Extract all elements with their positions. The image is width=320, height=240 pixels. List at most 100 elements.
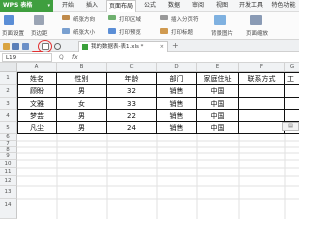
table-cell[interactable]: 男 [57,122,107,134]
orientation-button[interactable]: 纸张方向 [73,15,95,23]
table-cell[interactable]: 文雅 [17,98,57,110]
row-header-10[interactable]: 10 [0,160,17,168]
table-cell[interactable] [285,110,299,122]
tab-view[interactable]: 视图 [212,0,232,12]
column-header-a[interactable]: A [17,63,57,72]
save-icon[interactable] [12,43,19,50]
header-cell-contact[interactable]: 联系方式 [239,72,285,85]
column-header-f[interactable]: F [239,63,285,72]
table-cell[interactable]: 梦芸 [17,110,57,122]
open-folder-icon[interactable] [3,43,10,50]
row-header-11[interactable]: 11 [0,168,17,176]
column-header-g[interactable]: G [285,63,299,72]
margins-icon[interactable] [34,15,44,25]
table-cell[interactable]: 销售 [157,110,197,122]
paste-options-button[interactable]: ▤ [282,122,299,131]
tab-special[interactable]: 特色功能 [268,0,299,12]
document-tab[interactable]: 我的数据表-表1.xls * × [78,41,168,52]
background-image-icon[interactable] [214,15,226,25]
margins-button[interactable]: 页边距 [31,29,48,37]
table-cell[interactable]: 33 [107,98,157,110]
header-cell-age[interactable]: 年龄 [107,72,157,85]
app-menu-button[interactable]: WPS 表格 ▾ [0,0,53,12]
print-area-icon[interactable] [108,15,116,20]
table-cell[interactable]: 32 [107,85,157,98]
page-setup-button[interactable]: 页面设置 [2,29,24,37]
table-cell[interactable]: 销售 [157,85,197,98]
print-titles-button[interactable]: 打印标题 [171,28,193,36]
table-cell[interactable]: 女 [57,98,107,110]
row-header-2[interactable]: 2 [0,85,17,98]
close-icon[interactable]: × [160,42,164,52]
table-cell[interactable] [239,122,285,134]
row-header-6[interactable]: 6 [0,134,17,141]
header-cell-g[interactable]: 工 [285,72,299,85]
paper-size-button[interactable]: 纸张大小 [73,28,95,36]
undo-icon[interactable] [54,43,61,50]
column-header-c[interactable]: C [107,63,157,72]
table-cell[interactable]: 中国 [197,122,239,134]
column-header-d[interactable]: D [157,63,197,72]
table-cell[interactable] [239,98,285,110]
row-header-14[interactable]: 14 [0,199,17,219]
page-break-icon[interactable] [160,15,168,20]
row-header-9[interactable]: 9 [0,153,17,160]
tab-review[interactable]: 审阅 [188,0,208,12]
row-header-13[interactable]: 13 [0,186,17,199]
print-preview-button[interactable]: 打印预览 [119,28,141,36]
table-cell[interactable] [285,98,299,110]
tab-data[interactable]: 数据 [164,0,184,12]
print-icon[interactable] [22,43,29,50]
page-break-button[interactable]: 插入分页符 [171,15,199,23]
tab-formula[interactable]: 公式 [140,0,160,12]
fx-button[interactable]: fx [72,52,78,63]
table-cell[interactable]: 中国 [197,85,239,98]
column-header-b[interactable]: B [57,63,107,72]
table-cell[interactable]: 凡尘 [17,122,57,134]
table-cell[interactable]: 男 [57,85,107,98]
document-tab-label: 我的数据表-表1.xls * [91,44,144,50]
tab-developer[interactable]: 开发工具 [236,0,266,12]
column-header-e[interactable]: E [197,63,239,72]
formula-bar: L19 Q fx [0,52,299,63]
app-logo-label: WPS 表格 [3,2,33,9]
table-cell[interactable]: 男 [57,110,107,122]
table-cell[interactable]: 中国 [197,98,239,110]
row-header-5[interactable]: 5 [0,122,17,134]
spreadsheet-file-icon [82,44,88,50]
row-header-3[interactable]: 3 [0,98,17,110]
header-cell-address[interactable]: 家庭住址 [197,72,239,85]
print-titles-icon[interactable] [160,28,168,34]
page-setup-icon[interactable] [4,15,14,25]
name-box[interactable]: L19 [2,53,52,62]
table-cell[interactable]: 销售 [157,122,197,134]
background-image-button[interactable]: 背景图片 [211,29,233,37]
menu-bar: WPS 表格 ▾ 开始 插入 页面布局 公式 数据 审阅 视图 开发工具 特色功… [0,0,299,13]
header-cell-name[interactable]: 姓名 [17,72,57,85]
row-header-1[interactable]: 1 [0,72,17,85]
page-zoom-button[interactable]: 页面缩放 [246,29,268,37]
table-cell[interactable] [285,85,299,98]
paper-size-icon[interactable] [62,28,70,34]
print-area-button[interactable]: 打印区域 [119,15,141,23]
header-cell-department[interactable]: 部门 [157,72,197,85]
table-cell[interactable]: 22 [107,110,157,122]
table-cell[interactable] [239,110,285,122]
header-cell-gender[interactable]: 性别 [57,72,107,85]
table-cell[interactable]: 24 [107,122,157,134]
table-cell[interactable]: 中国 [197,110,239,122]
table-cell[interactable]: 顾盼 [17,85,57,98]
empty-grid-lines [17,134,299,219]
row-header-4[interactable]: 4 [0,110,17,122]
row-header-12[interactable]: 12 [0,176,17,186]
zoom-icon[interactable]: Q [59,52,64,63]
tab-insert[interactable]: 插入 [82,0,102,12]
table-cell[interactable] [239,85,285,98]
orientation-icon[interactable] [62,15,70,20]
page-zoom-icon[interactable] [250,15,262,25]
table-cell[interactable]: 销售 [157,98,197,110]
select-all-corner[interactable] [0,63,17,72]
new-tab-button[interactable]: + [172,40,179,52]
print-preview-icon[interactable] [108,28,116,34]
tab-home[interactable]: 开始 [58,0,78,12]
